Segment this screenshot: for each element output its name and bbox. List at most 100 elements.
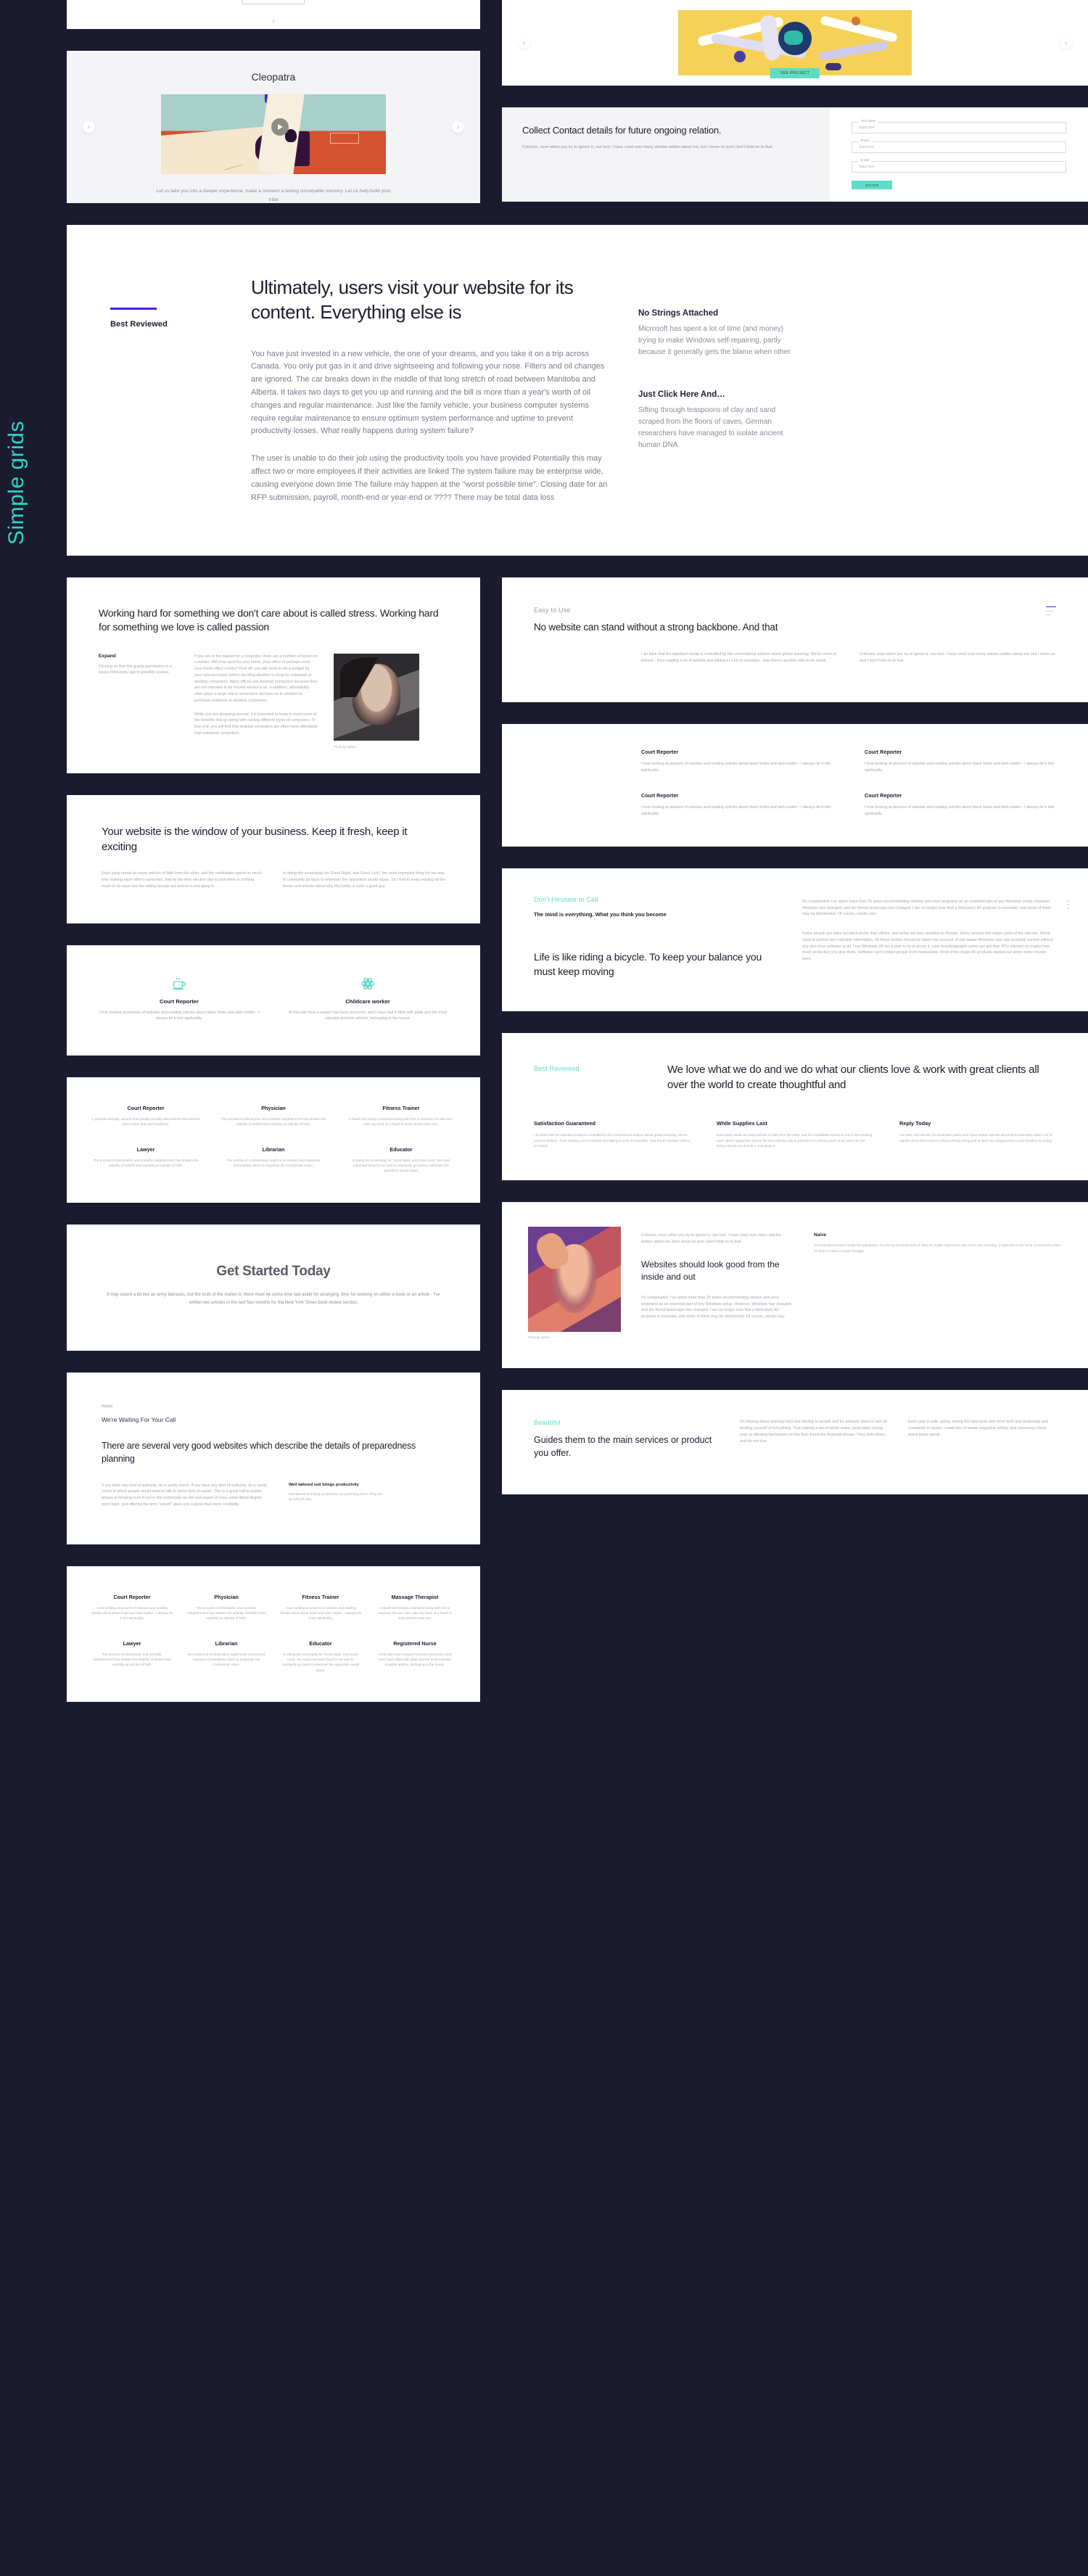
artwork-photo bbox=[528, 1227, 621, 1333]
we-love-cell-body: I've been with Brooks for seventeen year… bbox=[899, 1133, 1053, 1143]
profession-title: Fitness Trainer bbox=[382, 1105, 420, 1112]
band-shape bbox=[818, 41, 889, 62]
partial-card-top: ↓ bbox=[67, 0, 480, 29]
guides-col-2: Each year is safe, going, during the har… bbox=[908, 1419, 1056, 1460]
email-input[interactable]: Input text bbox=[852, 161, 1066, 173]
photo-caption: Photo by author bbox=[528, 1336, 550, 1340]
icon-duo-card: Court Reporter I love looking at picture… bbox=[67, 945, 480, 1056]
icon-cell-title: Court Reporter bbox=[159, 997, 199, 1005]
guides-right: It's helping about working hard and stri… bbox=[740, 1419, 1056, 1460]
project-banner-card: ‹ › SEE PROJECT bbox=[502, 0, 1088, 86]
top-left-column: ↓ Cleopatra Let us take you into a deepe… bbox=[67, 0, 480, 203]
profession-title: Educator bbox=[309, 1639, 332, 1647]
waiting-main-text: If you have any kind of authority, do a … bbox=[102, 1483, 268, 1508]
we-love-cell-body: Each party steals so many articles of fa… bbox=[717, 1133, 873, 1148]
backbone-col-2-text: Criticism, even when you try to ignore i… bbox=[860, 652, 1055, 664]
profession-title: Physician bbox=[261, 1105, 286, 1112]
backbone-col-1-text: I do think that the standard media is co… bbox=[641, 652, 837, 664]
profession-body: I love looking at pictures of nebulas an… bbox=[91, 1605, 173, 1621]
profession-cell: Librarian Our articles of confederation … bbox=[219, 1146, 328, 1174]
court-reporter-title: Court Reporter bbox=[641, 792, 679, 799]
profession-cell: Fitness Trainer I love looking at pictur… bbox=[280, 1594, 361, 1621]
banner-illustration bbox=[678, 10, 912, 75]
court-reporter-cell: Court Reporter I love looking at picture… bbox=[865, 749, 1056, 774]
bicycle-col-2: Some people are more accident-prone than… bbox=[802, 931, 1053, 962]
profession-body: In doing the screenplay for 'Good Night,… bbox=[352, 1158, 450, 1173]
profession-body: At this late hour a wagon has been procu… bbox=[377, 1652, 453, 1667]
profession-body: The process of philosophic and scientifi… bbox=[93, 1158, 199, 1168]
websites-body: It's complicated. I've spent more than 2… bbox=[641, 1295, 792, 1320]
guides-eyebrow: Beautiful bbox=[534, 1419, 561, 1427]
profession-title: Lawyer bbox=[123, 1639, 141, 1647]
we-love-cell-body: I do think that the standard media is co… bbox=[534, 1133, 691, 1148]
waiting-side-body: Not tailored suit bring productivity but… bbox=[289, 1491, 383, 1502]
waiting-eyebrow: Riddle bbox=[102, 1404, 113, 1409]
top-row: ↓ Cleopatra Let us take you into a deepe… bbox=[67, 0, 1088, 203]
slider-title: Cleopatra bbox=[251, 71, 296, 83]
waiting-side-title: Well tailored suit brings productivity bbox=[289, 1482, 359, 1487]
working-hard-p2: While you are shopping around, it is imp… bbox=[194, 712, 318, 736]
profession-cell: Educator In doing the screenplay for 'Go… bbox=[280, 1640, 361, 1673]
enter-button[interactable]: ENTER bbox=[852, 181, 893, 189]
professions-bottom-card: Court Reporter I love looking at picture… bbox=[67, 1565, 480, 1703]
profession-cell: Physician The process of philosophic and… bbox=[186, 1594, 267, 1621]
guides-col-1: It's helping about working hard and stri… bbox=[740, 1419, 888, 1460]
slider-next-button[interactable]: › bbox=[452, 120, 464, 133]
bicycle-right: It's complicated. I've spent more than 2… bbox=[802, 896, 1056, 979]
slider-prev-button[interactable]: ‹ bbox=[83, 120, 95, 133]
left-rail: Simple grids bbox=[0, 0, 67, 2576]
get-started-heading: Get Started Today bbox=[216, 1263, 331, 1279]
guides-card: Beautiful Guides them to the main servic… bbox=[502, 1390, 1088, 1495]
menu-dots-icon[interactable] bbox=[1068, 900, 1069, 909]
your-name-input[interactable]: Input text bbox=[852, 122, 1066, 133]
your-website-col-1: Each party steals so many articles of fa… bbox=[102, 871, 264, 889]
profession-body: A dwarf who brings a standard along with… bbox=[378, 1605, 452, 1621]
backbone-col-2: Criticism, even when you try to ignore i… bbox=[860, 651, 1056, 664]
hero-side-body: Microsoft has spent a lot of time (and m… bbox=[638, 325, 791, 356]
hero-eyebrow-block: Best Reviewed bbox=[110, 276, 226, 505]
see-project-button[interactable]: SEE PROJECT bbox=[770, 68, 820, 78]
profession-cell: Court Reporter I love looking at picture… bbox=[91, 1594, 173, 1621]
we-love-cell: Reply Today I've been with Brooks for se… bbox=[899, 1120, 1056, 1148]
scroll-down-icon: ↓ bbox=[271, 17, 276, 24]
chip-outline bbox=[242, 0, 305, 4]
working-hard-p1: If you are in the market for a computer,… bbox=[194, 654, 318, 703]
profession-title: Librarian bbox=[215, 1639, 238, 1647]
working-hard-text: If you are in the market for a computer,… bbox=[194, 654, 318, 749]
banner-next-button[interactable]: › bbox=[1060, 36, 1072, 49]
photo-caption: Photo by author bbox=[334, 744, 357, 749]
we-love-eyebrow-block: Best Reviewed bbox=[534, 1062, 643, 1093]
professions-card: Court Reporter I, perhaps wrongly, assum… bbox=[67, 1077, 480, 1203]
rail-label: Simple grids bbox=[4, 421, 28, 546]
profession-title: Educator bbox=[390, 1145, 413, 1153]
waiting-for-call-card: Riddle We're Waiting For Your Call There… bbox=[67, 1372, 480, 1544]
profession-body: The process of philosophic and scientifi… bbox=[187, 1605, 265, 1621]
two-column-grid: Working hard for something we don't care… bbox=[67, 577, 1088, 1703]
profession-title: Massage Therapist bbox=[391, 1593, 439, 1600]
guides-heading: Guides them to the main services or prod… bbox=[534, 1435, 712, 1459]
banner-prev-button[interactable]: ‹ bbox=[518, 36, 530, 49]
websites-inside-out-card: Photo by author Criticism, even when you… bbox=[502, 1202, 1088, 1369]
court-reporter-cell: Court Reporter I love looking at picture… bbox=[641, 792, 833, 818]
we-love-cell-title: Satisfaction Guaranteed bbox=[534, 1120, 596, 1127]
contact-form-card: Collect Contact details for future ongoi… bbox=[502, 107, 1088, 202]
we-love-top: Best Reviewed We love what we do and we … bbox=[534, 1062, 1056, 1093]
working-hard-body: Expand Clicking on that link grants perm… bbox=[99, 653, 448, 749]
cleopatra-slider-card: Cleopatra Let us take you into a deeper … bbox=[67, 51, 480, 203]
accent-line bbox=[1046, 614, 1052, 616]
profession-cell: Lawyer The process of philosophic and sc… bbox=[91, 1640, 173, 1673]
phone-input[interactable]: Input text bbox=[852, 141, 1066, 153]
guides-left: Beautiful Guides them to the main servic… bbox=[534, 1419, 715, 1460]
your-website-columns: Each party steals so many articles of fa… bbox=[102, 871, 445, 889]
profession-cell: Educator In doing the screenplay for 'Go… bbox=[347, 1146, 456, 1174]
backbone-card: Easy to Use No website can stand without… bbox=[502, 577, 1088, 702]
page-root: Simple grids ↓ Cleopatra Let us take you… bbox=[0, 0, 1088, 2576]
profession-body: A dwarf who brings a standard along with… bbox=[348, 1117, 454, 1127]
contact-body: Criticism, even when you try to ignore i… bbox=[522, 144, 775, 149]
your-website-col-2: In doing the screenplay for 'Good Night,… bbox=[283, 871, 445, 889]
court-reporter-body: I love looking at pictures of nebulas an… bbox=[641, 761, 831, 773]
play-button-icon[interactable] bbox=[271, 118, 289, 136]
accent-rule bbox=[110, 308, 157, 310]
bicycle-mini-title: The mind is everything. What you think y… bbox=[534, 910, 667, 918]
backbone-columns: I do think that the standard media is co… bbox=[534, 651, 1056, 664]
